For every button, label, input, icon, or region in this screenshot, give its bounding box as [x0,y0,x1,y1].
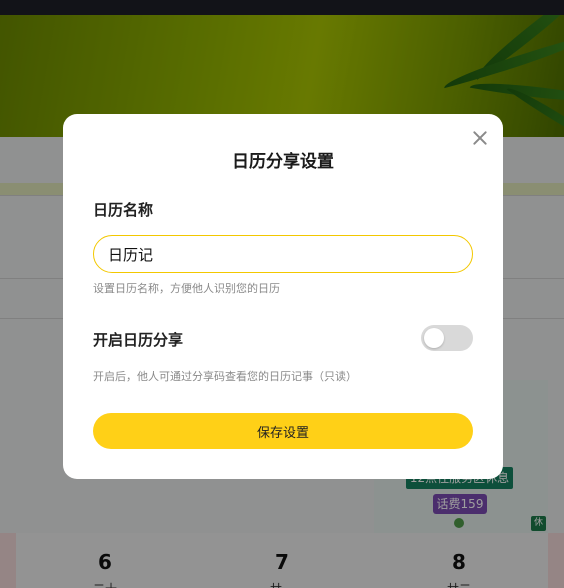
share-toggle[interactable] [421,325,473,351]
toggle-knob [424,328,444,348]
calendar-name-label: 日历名称 [93,201,154,219]
calendar-name-input[interactable] [93,235,473,273]
calendar-name-hint: 设置日历名称，方便他人识别您的日历 [93,282,280,295]
dialog-title: 日历分享设置 [232,152,334,172]
share-hint: 开启后，他人可通过分享码查看您的日历记事（只读） [93,370,357,383]
share-toggle-label: 开启日历分享 [93,331,184,349]
close-icon[interactable] [470,128,490,148]
save-settings-button[interactable]: 保存设置 [93,413,473,449]
